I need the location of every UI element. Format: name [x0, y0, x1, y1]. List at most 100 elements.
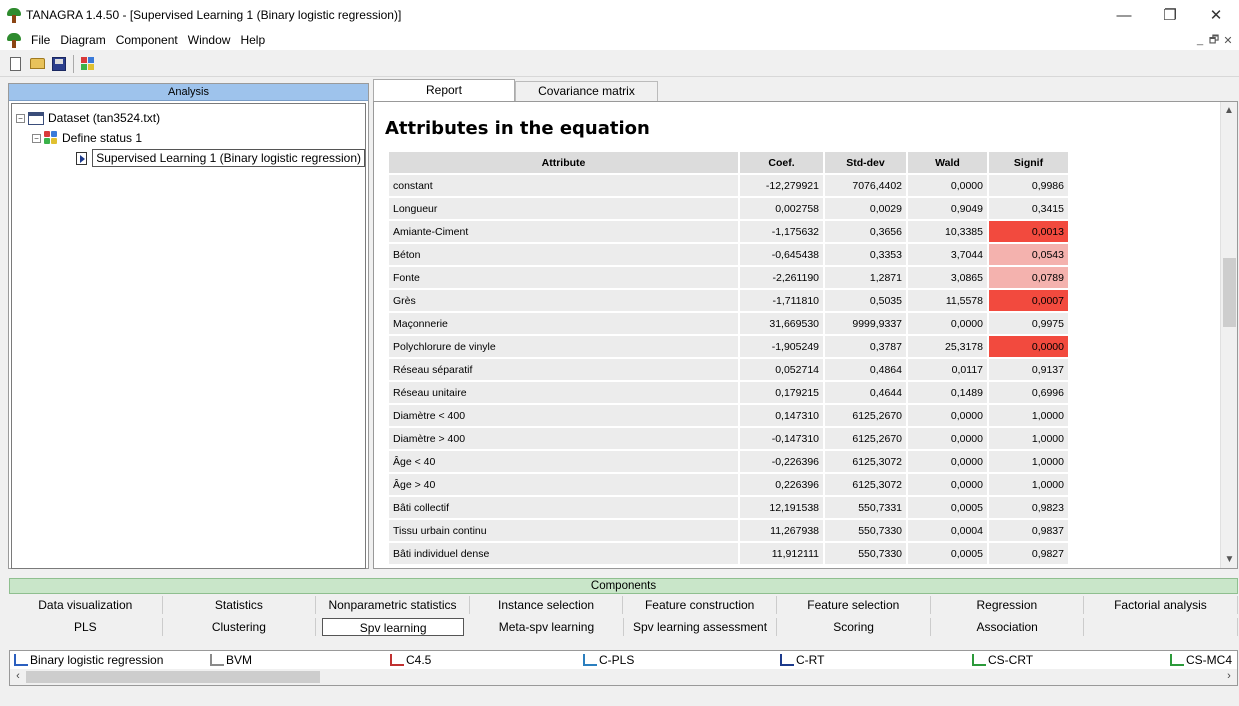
cell-wald: 0,0000 — [908, 175, 987, 196]
tab-covariance-matrix[interactable]: Covariance matrix — [515, 81, 658, 101]
scrollbar-thumb[interactable] — [1223, 258, 1236, 327]
menu-diagram[interactable]: Diagram — [55, 33, 110, 47]
component-tab-instance-selection[interactable]: Instance selection — [470, 596, 624, 614]
execute-button[interactable] — [77, 53, 99, 75]
component-tab-association[interactable]: Association — [931, 618, 1085, 636]
component-tab-regression[interactable]: Regression — [931, 596, 1085, 614]
cell-std-dev: 6125,2670 — [825, 405, 906, 426]
maximize-button[interactable]: ❐ — [1147, 0, 1193, 30]
cell-std-dev: 9999,9337 — [825, 313, 906, 334]
algorithm-item-binary-logistic-regression[interactable]: Binary logistic regression — [14, 653, 163, 667]
cell-coef: -12,279921 — [740, 175, 823, 196]
cell-signif: 1,0000 — [989, 405, 1068, 426]
scrollbar-thumb[interactable] — [26, 671, 320, 683]
scroll-left-icon[interactable]: ‹ — [10, 669, 26, 685]
report-vertical-scrollbar[interactable]: ▲ ▼ — [1220, 102, 1237, 568]
component-tab-pls[interactable]: PLS — [9, 618, 163, 636]
menu-window[interactable]: Window — [183, 33, 236, 47]
cell-wald: 0,0000 — [908, 451, 987, 472]
minimize-button[interactable]: — — [1101, 0, 1147, 30]
algorithm-label: C4.5 — [406, 653, 432, 667]
component-tab-scoring[interactable]: Scoring — [777, 618, 931, 636]
report-view: Attributes in the equation Attribute Coe… — [373, 101, 1238, 569]
tree-item-supervised-learning[interactable]: Supervised Learning 1 (Binary logistic r… — [16, 148, 365, 168]
algorithm-icon — [780, 654, 794, 666]
scroll-down-icon[interactable]: ▼ — [1221, 551, 1237, 568]
algorithm-icon — [14, 654, 28, 666]
cell-signif: 0,0007 — [989, 290, 1068, 311]
analysis-panel: Analysis − Dataset (tan3524.txt) − Defin… — [8, 83, 369, 569]
cell-wald: 0,0000 — [908, 405, 987, 426]
algorithm-item-c-pls[interactable]: C-PLS — [583, 653, 634, 667]
analysis-tree: − Dataset (tan3524.txt) − Define status … — [11, 103, 366, 569]
component-tab-spv-learning-assessment[interactable]: Spv learning assessment — [624, 618, 778, 636]
table-row: Diamètre < 400 0,147310 6125,2670 0,0000 1,0… — [389, 405, 1068, 426]
algorithm-horizontal-scrollbar[interactable]: ‹ › — [10, 669, 1237, 685]
cell-coef: 11,267938 — [740, 520, 823, 541]
open-folder-icon — [29, 58, 45, 69]
collapse-icon[interactable]: − — [32, 133, 41, 143]
component-tab-feature-selection[interactable]: Feature selection — [777, 596, 931, 614]
cell-signif: 0,3415 — [989, 198, 1068, 219]
cell-std-dev: 550,7330 — [825, 543, 906, 564]
algorithm-label: CS-MC4 — [1186, 653, 1233, 667]
cell-attribute: Longueur — [389, 198, 738, 219]
algorithm-item-c-rt[interactable]: C-RT — [780, 653, 824, 667]
cell-attribute: Polychlorure de vinyle — [389, 336, 738, 357]
tanagra-tree-icon — [6, 7, 22, 23]
new-file-button[interactable] — [4, 53, 26, 75]
menu-help[interactable]: Help — [235, 33, 270, 47]
column-header-signif: Signif — [989, 152, 1068, 173]
cell-wald: 0,0005 — [908, 497, 987, 518]
tab-report[interactable]: Report — [373, 79, 515, 101]
dataset-grid-icon — [28, 111, 44, 125]
scroll-up-icon[interactable]: ▲ — [1221, 102, 1237, 119]
algorithm-item-c4-5[interactable]: C4.5 — [390, 653, 431, 667]
component-tab-clustering[interactable]: Clustering — [163, 618, 317, 636]
cell-signif: 0,0013 — [989, 221, 1068, 242]
cell-coef: 0,002758 — [740, 198, 823, 219]
cell-attribute: Amiante-Ciment — [389, 221, 738, 242]
component-tab-nonparametric-statistics[interactable]: Nonparametric statistics — [316, 596, 470, 614]
cell-coef: -1,175632 — [740, 221, 823, 242]
cell-attribute: Bâti individuel dense — [389, 543, 738, 564]
component-tab-data-visualization[interactable]: Data visualization — [9, 596, 163, 614]
save-button[interactable] — [48, 53, 70, 75]
component-tab-meta-spv-learning[interactable]: Meta-spv learning — [470, 618, 624, 636]
table-row: Diamètre > 400 -0,147310 6125,2670 0,0000 1,… — [389, 428, 1068, 449]
cell-wald: 3,0865 — [908, 267, 987, 288]
algorithm-item-bvm[interactable]: BVM — [210, 653, 252, 667]
tree-item-label: Dataset (tan3524.txt) — [48, 111, 161, 125]
component-tab-spv-learning[interactable]: Spv learning — [322, 618, 465, 636]
tree-item-dataset[interactable]: − Dataset (tan3524.txt) — [16, 108, 365, 128]
algorithm-icon — [1170, 654, 1184, 666]
collapse-icon[interactable]: − — [16, 113, 25, 123]
cell-attribute: Bâti collectif — [389, 497, 738, 518]
cell-signif: 0,9975 — [989, 313, 1068, 334]
cell-signif: 1,0000 — [989, 451, 1068, 472]
component-tab-feature-construction[interactable]: Feature construction — [623, 596, 777, 614]
mdi-minimize-button[interactable]: _ — [1193, 34, 1207, 46]
algorithm-label: C-RT — [796, 653, 825, 667]
components-header: Components — [9, 578, 1238, 594]
close-button[interactable]: ✕ — [1193, 0, 1239, 30]
mdi-restore-button[interactable]: 🗗 — [1207, 31, 1221, 50]
component-tab-factorial-analysis[interactable]: Factorial analysis — [1084, 596, 1238, 614]
menu-component[interactable]: Component — [111, 33, 183, 47]
cell-signif: 0,9986 — [989, 175, 1068, 196]
cell-attribute: Réseau séparatif — [389, 359, 738, 380]
algorithm-item-cs-mc4[interactable]: CS-MC4 — [1170, 653, 1232, 667]
cell-coef: -2,261190 — [740, 267, 823, 288]
menu-file[interactable]: File — [26, 33, 55, 47]
cell-wald: 0,0005 — [908, 543, 987, 564]
tree-item-define-status[interactable]: − Define status 1 — [16, 128, 365, 148]
cell-std-dev: 0,3656 — [825, 221, 906, 242]
cell-signif: 0,0543 — [989, 244, 1068, 265]
table-row: Amiante-Ciment -1,175632 0,3656 10,3385 0,00… — [389, 221, 1068, 242]
table-row: Tissu urbain continu 11,267938 550,7330 0,0… — [389, 520, 1068, 541]
open-button[interactable] — [26, 53, 48, 75]
algorithm-item-cs-crt[interactable]: CS-CRT — [972, 653, 1033, 667]
scroll-right-icon[interactable]: › — [1221, 669, 1237, 685]
mdi-close-button[interactable]: ✕ — [1221, 34, 1235, 47]
component-tab-statistics[interactable]: Statistics — [163, 596, 317, 614]
